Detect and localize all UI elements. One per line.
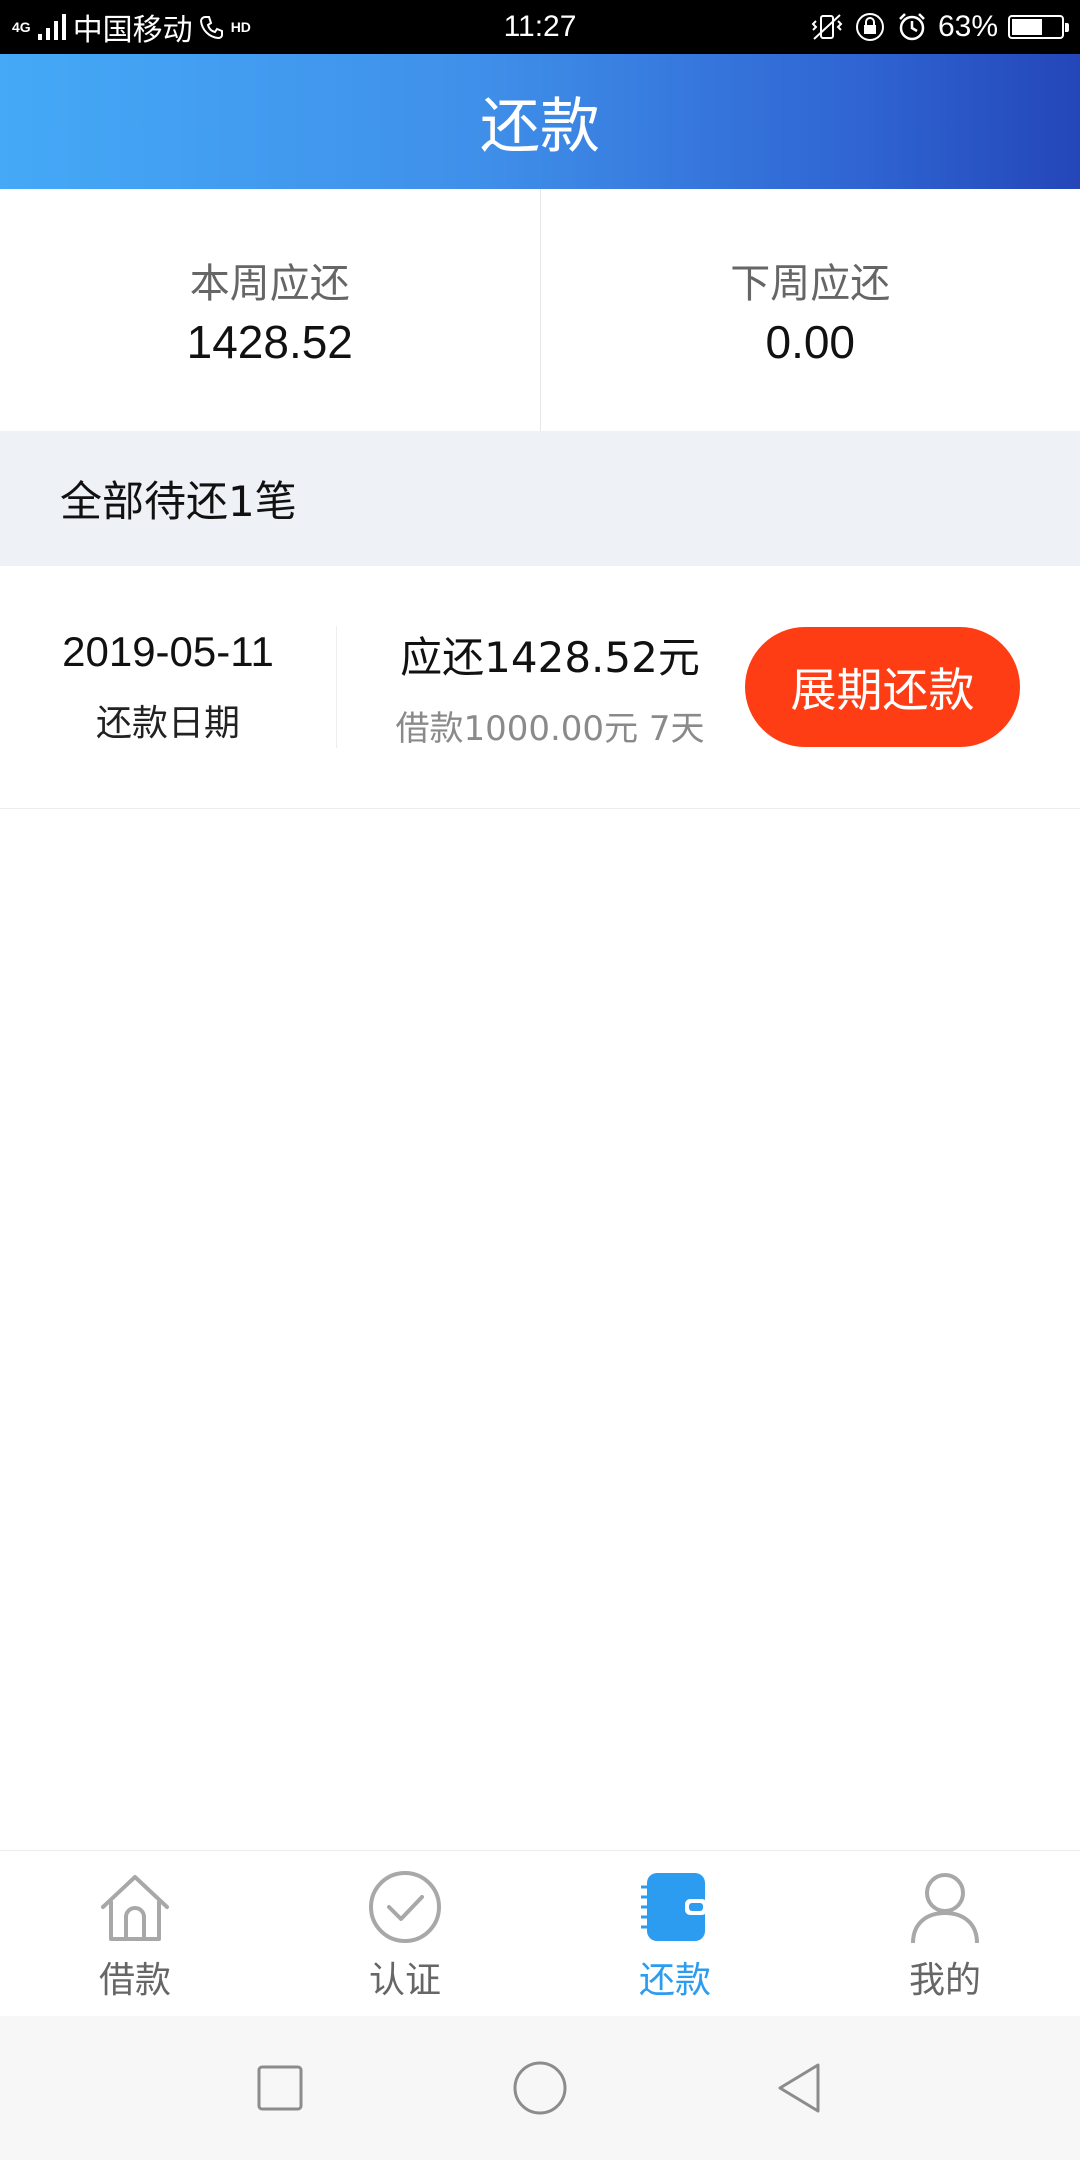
- tab-mine[interactable]: 我的: [810, 1851, 1080, 2017]
- tab-label: 借款: [98, 1960, 171, 2001]
- circle-icon: [513, 2061, 567, 2115]
- call-hd-icon: [199, 16, 223, 40]
- home-icon: [95, 1867, 175, 1947]
- pending-count-banner: 全部待还1笔: [0, 431, 1080, 566]
- tab-label: 认证: [368, 1960, 441, 2001]
- carrier-name: 中国移动: [72, 14, 193, 47]
- recent-apps-button[interactable]: [240, 2048, 320, 2128]
- repayment-summary: 本周应还 1428.52 下周应还 0.00: [0, 189, 1080, 431]
- tab-loan[interactable]: 借款: [0, 1851, 270, 2017]
- record-divider: [336, 626, 337, 748]
- next-week-summary: 下周应还 0.00: [541, 189, 1080, 431]
- page-header: 还款: [0, 54, 1080, 189]
- record-amount-block: 应还1428.52元 借款1000.00元 7天: [340, 566, 760, 808]
- triangle-back-icon: [778, 2063, 820, 2113]
- vibrate-icon: [811, 14, 843, 40]
- bottom-tab-bar: 借款 认证 还款 我的: [0, 1850, 1080, 2017]
- page-title: 还款: [480, 92, 600, 162]
- this-week-summary: 本周应还 1428.52: [0, 189, 541, 431]
- status-left: 4G 中国移动 HD: [12, 0, 251, 54]
- square-icon: [257, 2065, 303, 2111]
- tab-verify[interactable]: 认证: [270, 1851, 540, 2017]
- record-due-amount: 应还1428.52元: [400, 633, 700, 682]
- check-circle-icon: [365, 1867, 445, 1947]
- back-button[interactable]: [760, 2048, 840, 2128]
- battery-percent: 63%: [937, 10, 998, 43]
- next-week-label: 下周应还: [730, 261, 891, 307]
- battery-fill: [1012, 19, 1043, 35]
- tab-repay[interactable]: 还款: [540, 1851, 810, 2017]
- wallet-icon: [635, 1867, 715, 1947]
- status-bar: 4G 中国移动 HD 11:27 63%: [0, 0, 1080, 54]
- home-button[interactable]: [500, 2048, 580, 2128]
- record-date: 2019-05-11: [62, 628, 274, 675]
- record-loan-info: 借款1000.00元 7天: [395, 709, 705, 749]
- lock-rotation-icon: [855, 13, 884, 41]
- clock: 11:27: [503, 10, 577, 43]
- extend-repayment-button[interactable]: 展期还款: [745, 627, 1020, 747]
- tab-label: 还款: [638, 1960, 711, 2001]
- status-right: 63%: [810, 0, 1069, 54]
- repayment-record[interactable]: 2019-05-11 还款日期 应还1428.52元 借款1000.00元 7天…: [0, 566, 1080, 809]
- this-week-amount: 1428.52: [186, 316, 353, 368]
- record-date-label: 还款日期: [95, 703, 240, 744]
- record-date-block: 2019-05-11 还款日期: [0, 566, 336, 808]
- next-week-amount: 0.00: [765, 316, 856, 368]
- network-type: 4G: [12, 19, 31, 35]
- user-icon: [905, 1867, 985, 1947]
- alarm-icon: [899, 13, 925, 41]
- pending-count-text: 全部待还1笔: [60, 477, 297, 526]
- this-week-label: 本周应还: [189, 261, 350, 307]
- tab-label: 我的: [908, 1960, 981, 2001]
- battery-icon: [1008, 15, 1069, 39]
- signal-icon: [37, 14, 66, 40]
- system-nav-bar: [0, 2016, 1080, 2160]
- hd-badge: HD: [230, 19, 251, 35]
